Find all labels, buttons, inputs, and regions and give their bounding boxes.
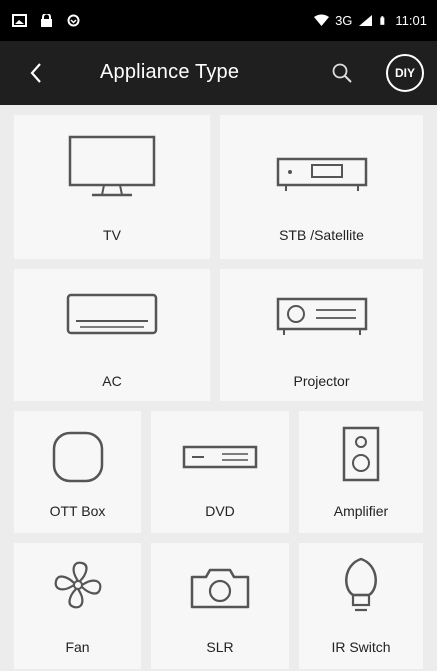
speaker-icon <box>342 426 380 482</box>
appliance-tile-ott-box[interactable]: OTT Box <box>14 411 141 533</box>
appliance-tile-slr[interactable]: SLR <box>151 543 289 669</box>
status-bar: 3G 11:01 <box>0 0 437 41</box>
clock: 11:01 <box>395 13 427 28</box>
appliance-label: OTT Box <box>49 503 106 519</box>
app-bar: Appliance Type DIY <box>0 41 437 105</box>
appliance-label: Fan <box>65 639 90 655</box>
back-button[interactable] <box>22 59 50 87</box>
battery-icon <box>380 16 385 25</box>
appliance-tile-projector[interactable]: Projector <box>220 269 423 401</box>
appliance-tile-amplifier[interactable]: Amplifier <box>299 411 423 533</box>
appliance-label: STB /Satellite <box>279 227 364 243</box>
appliance-label: TV <box>103 227 121 243</box>
appliance-label: SLR <box>206 639 234 655</box>
appliance-tile-tv[interactable]: TV <box>14 115 210 259</box>
tv-icon <box>68 135 156 197</box>
air-conditioner-icon <box>66 293 158 335</box>
appliance-tile-ac[interactable]: AC <box>14 269 210 401</box>
ott-box-icon <box>52 431 103 483</box>
network-type: 3G <box>335 13 353 28</box>
appliance-label: DVD <box>205 503 235 519</box>
search-button[interactable] <box>326 57 358 89</box>
signal-icon <box>359 15 373 26</box>
appliance-tile-dvd[interactable]: DVD <box>151 411 289 533</box>
page-title: Appliance Type <box>100 61 240 83</box>
status-right-icons: 3G 11:01 <box>314 13 427 28</box>
wifi-icon <box>314 14 330 26</box>
lock-icon <box>41 14 52 27</box>
projector-icon <box>276 297 367 335</box>
appliance-label: IR Switch <box>331 639 391 655</box>
appliance-label: Projector <box>293 373 350 389</box>
dvd-player-icon <box>182 445 258 469</box>
appliance-tile-stb[interactable]: STB /Satellite <box>220 115 423 259</box>
status-left-icons <box>12 14 81 27</box>
gallery-icon <box>12 14 27 27</box>
fan-icon <box>54 561 101 609</box>
camera-icon <box>190 568 250 609</box>
appliance-tile-ir-switch[interactable]: IR Switch <box>299 543 423 669</box>
diy-button[interactable]: DIY <box>386 54 424 92</box>
appliance-label: AC <box>102 373 122 389</box>
appliance-grid: TV STB /Satellite AC Projector OTT Box D… <box>0 105 437 671</box>
chevron-left-icon <box>30 63 41 83</box>
light-bulb-icon <box>345 557 377 612</box>
sync-icon <box>67 14 80 27</box>
set-top-box-icon <box>276 157 367 191</box>
appliance-tile-fan[interactable]: Fan <box>14 543 141 669</box>
search-icon <box>332 63 352 83</box>
appliance-label: Amplifier <box>333 503 389 519</box>
